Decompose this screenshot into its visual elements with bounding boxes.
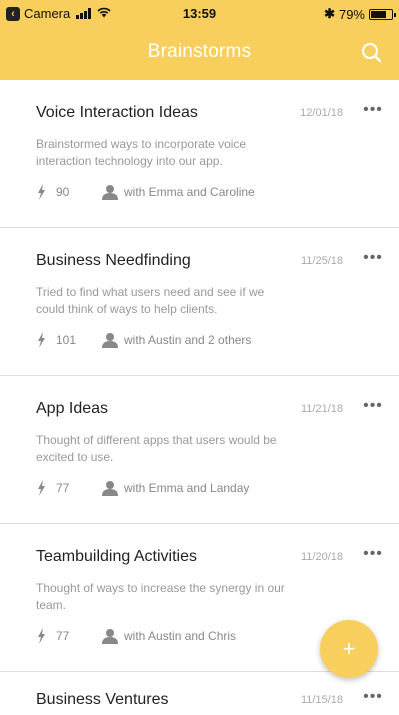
card-title: Voice Interaction Ideas (36, 104, 198, 121)
brainstorm-card[interactable]: Business Needfinding 11/25/18 ••• Tried … (0, 228, 399, 376)
person-icon (102, 481, 118, 496)
card-score: 77 (56, 481, 70, 495)
card-score: 101 (56, 333, 77, 347)
brainstorm-list[interactable]: Voice Interaction Ideas 12/01/18 ••• Bra… (0, 80, 399, 712)
card-date: 11/15/18 (300, 694, 343, 706)
card-description: Tried to find what users need and see if… (36, 285, 265, 316)
card-meta: 77 with Austin and Chris (36, 627, 236, 645)
more-options-button[interactable]: ••• (361, 398, 385, 414)
card-meta: 77 with Emma and Landay (36, 479, 249, 497)
search-button[interactable] (359, 40, 385, 66)
card-title: Teambuilding Activities (36, 548, 197, 565)
card-title: App Ideas (36, 400, 109, 417)
nav-bar: Brainstorms (0, 28, 399, 80)
card-meta: 90 with Emma and Caroline (36, 183, 255, 201)
person-icon (102, 185, 118, 200)
lightning-bolt-icon (38, 480, 45, 496)
person-icon (102, 629, 118, 644)
brainstorm-card[interactable]: Voice Interaction Ideas 12/01/18 ••• Bra… (0, 80, 399, 228)
card-description: Thought of ways to increase the synergy … (36, 581, 285, 612)
card-title: Business Ventures (36, 691, 169, 708)
page-title: Brainstorms (147, 41, 252, 62)
card-description: Thought of different apps that users wou… (36, 433, 277, 464)
card-date: 11/25/18 (300, 255, 343, 267)
card-collaborators: with Austin and 2 others (124, 333, 252, 347)
status-bar-right: ✱ 79% (324, 6, 396, 22)
search-icon (361, 42, 382, 63)
lightning-bolt-icon (38, 184, 45, 200)
status-bar: ‹ Camera 13:59 ✱ 79% (0, 0, 399, 28)
card-collaborators: with Emma and Caroline (124, 185, 255, 199)
card-date: 11/20/18 (300, 551, 343, 563)
brainstorm-card[interactable]: App Ideas 11/21/18 ••• Thought of differ… (0, 376, 399, 524)
lightning-bolt-icon (38, 628, 45, 644)
person-icon (102, 333, 118, 348)
lightning-bolt-icon (38, 332, 45, 348)
card-meta: 101 with Austin and 2 others (36, 331, 251, 349)
battery-percent: 79% (338, 6, 365, 22)
card-description: Brainstormed ways to incorporate voice i… (36, 137, 247, 168)
battery-icon (369, 8, 396, 20)
bluetooth-icon: ✱ (324, 6, 335, 21)
card-date: 11/21/18 (300, 403, 343, 415)
card-title: Business Needfinding (36, 252, 191, 269)
card-collaborators: with Austin and Chris (124, 629, 237, 643)
add-brainstorm-button[interactable]: + (320, 620, 378, 678)
card-score: 77 (56, 629, 70, 643)
more-options-button[interactable]: ••• (361, 546, 385, 562)
more-options-button[interactable]: ••• (361, 250, 385, 266)
brainstorm-card[interactable]: Business Ventures 11/15/18 ••• (0, 672, 399, 712)
more-options-button[interactable]: ••• (361, 689, 385, 705)
card-score: 90 (56, 185, 70, 199)
card-date: 12/01/18 (300, 107, 343, 119)
more-options-button[interactable]: ••• (361, 102, 385, 118)
card-collaborators: with Emma and Landay (124, 481, 250, 495)
